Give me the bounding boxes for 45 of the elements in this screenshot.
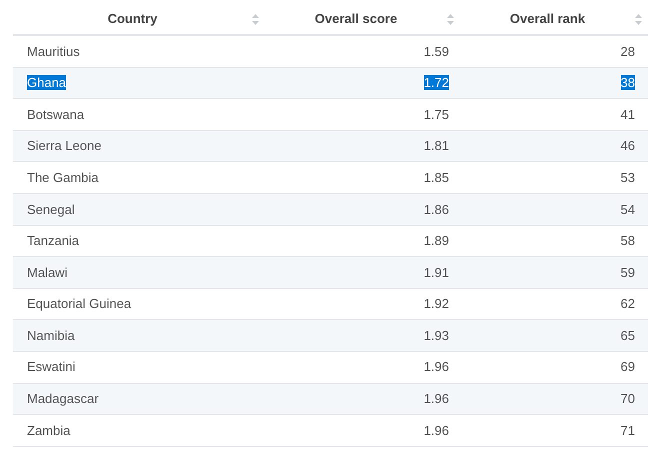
table-cell: Zambia xyxy=(27,422,70,438)
table-cell: 1.89 xyxy=(424,233,449,248)
table-cell: 53 xyxy=(620,170,635,185)
table-cell: 1.96 xyxy=(424,391,449,406)
table-cell: 1.81 xyxy=(424,138,449,154)
table-cell: Eswatini xyxy=(27,359,76,374)
table-cell: 41 xyxy=(620,106,635,122)
table-cell: Botswana xyxy=(27,106,84,122)
table-cell: 1.72 xyxy=(424,75,449,90)
table-cell: Malawi xyxy=(27,264,68,280)
table-cell: 1.96 xyxy=(424,422,449,438)
table-cell: 1.96 xyxy=(424,359,449,374)
table-cell: 1.91 xyxy=(424,264,449,280)
sort-icon[interactable] xyxy=(252,14,259,24)
table-cell: 70 xyxy=(620,391,635,406)
table-cell: 71 xyxy=(620,422,635,438)
table-cell: 65 xyxy=(620,328,635,343)
table-cell: 1.59 xyxy=(424,44,449,59)
table-cell: 1.85 xyxy=(424,170,449,185)
table-cell: 1.92 xyxy=(424,296,449,312)
table-cell: Tanzania xyxy=(27,233,80,248)
table-cell: 28 xyxy=(620,44,635,59)
table-cell: 1.75 xyxy=(424,106,449,122)
column-header[interactable]: Country xyxy=(13,9,252,29)
sort-icon[interactable] xyxy=(447,14,454,24)
table-cell: 69 xyxy=(620,359,635,374)
table-cell: 1.86 xyxy=(424,202,449,217)
table-cell: Sierra Leone xyxy=(27,138,102,154)
table-cell: Madagascar xyxy=(27,391,99,406)
table-cell: Mauritius xyxy=(27,44,80,59)
table-cell: 59 xyxy=(620,264,635,280)
table-cell: Senegal xyxy=(27,202,75,217)
column-header[interactable]: Overall rank xyxy=(460,9,635,29)
table-cell: Namibia xyxy=(27,328,75,343)
column-header[interactable]: Overall score xyxy=(265,9,447,29)
table-cell: 46 xyxy=(620,138,635,154)
table-cell: 54 xyxy=(620,202,635,217)
table-cell: 1.93 xyxy=(424,328,449,343)
table-cell: 58 xyxy=(620,233,635,248)
table-cell: 62 xyxy=(620,296,635,312)
table-cell: The Gambia xyxy=(27,170,99,185)
table-cell: Ghana xyxy=(27,75,66,90)
sort-icon[interactable] xyxy=(635,14,642,24)
table-cell: Equatorial Guinea xyxy=(27,296,132,312)
table-cell: 38 xyxy=(620,75,635,90)
